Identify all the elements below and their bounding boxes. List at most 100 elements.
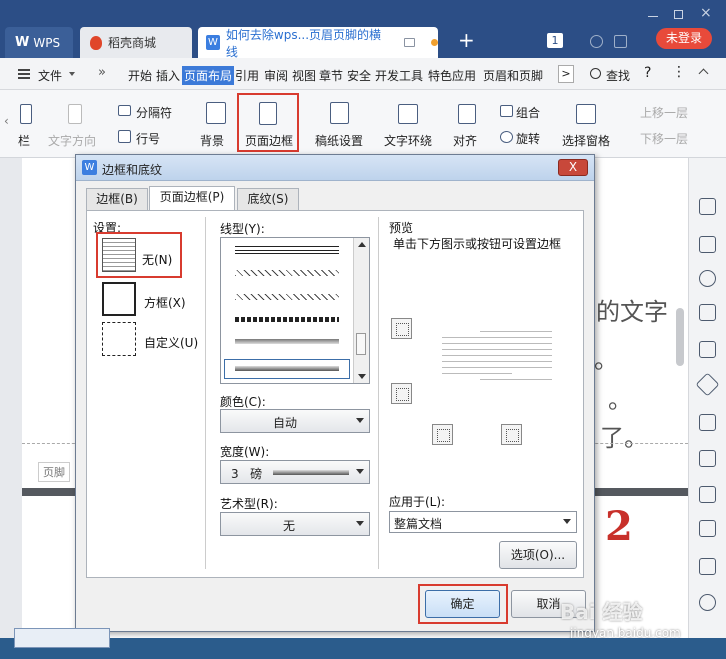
manuscript-label[interactable]: 稿纸设置 <box>315 132 363 149</box>
menu-header-footer[interactable]: 页眉和页脚 <box>483 67 543 84</box>
ok-button[interactable]: 确定 <box>425 590 500 618</box>
style-selected[interactable] <box>224 359 350 379</box>
maximize-icon[interactable] <box>674 10 683 19</box>
search-icon[interactable] <box>590 68 601 79</box>
menu-page-layout[interactable]: 页面布局 <box>182 66 235 85</box>
menu-insert[interactable]: 插入 <box>156 67 180 84</box>
rotate-icon[interactable] <box>500 131 513 143</box>
tab-wps[interactable]: W WPS <box>5 27 73 58</box>
tab-borders[interactable]: 边框(B) <box>86 188 148 210</box>
menu-chapter[interactable]: 章节 <box>319 67 343 84</box>
image-icon[interactable] <box>699 341 716 358</box>
shirt-icon[interactable] <box>614 35 627 48</box>
chart-icon[interactable] <box>699 486 716 503</box>
align-label[interactable]: 对齐 <box>453 132 477 149</box>
color-select[interactable]: 自动 <box>220 409 370 433</box>
menu-view[interactable]: 视图 <box>292 67 316 84</box>
setting-none-label[interactable]: 无(N) <box>142 251 172 268</box>
background-icon[interactable] <box>206 102 226 124</box>
badge[interactable]: 1 <box>547 33 563 48</box>
vertical-scrollbar[interactable] <box>676 308 684 366</box>
dialog-close-button[interactable]: X <box>558 159 588 176</box>
setting-box-icon[interactable] <box>102 282 136 316</box>
line-style-list[interactable] <box>220 237 370 384</box>
columns-label[interactable]: 栏 <box>18 132 30 149</box>
style-triple[interactable] <box>235 253 339 254</box>
cursor-icon[interactable] <box>699 236 716 253</box>
tab-page-border[interactable]: 页面边框(P) <box>149 186 235 211</box>
shapes-icon[interactable] <box>699 270 716 287</box>
taskbar-window[interactable] <box>14 628 110 648</box>
style-double-wavy[interactable] <box>235 294 339 300</box>
history-icon[interactable] <box>699 594 716 611</box>
line-number-icon[interactable] <box>118 130 131 143</box>
menu-file[interactable]: 文件 <box>38 67 62 84</box>
translate-icon[interactable] <box>699 414 716 431</box>
separator-label[interactable]: 分隔符 <box>136 104 172 121</box>
left-border-button[interactable] <box>432 424 453 445</box>
tab-daoke-store[interactable]: 稻壳商城 <box>80 27 192 58</box>
art-select[interactable]: 无 <box>220 512 370 536</box>
setting-none-icon[interactable] <box>102 238 136 272</box>
star-icon[interactable] <box>695 372 720 397</box>
gallery-icon[interactable] <box>699 558 716 575</box>
ribbon-scroll-left-icon[interactable]: ‹ <box>4 114 9 128</box>
style-double[interactable] <box>235 246 339 251</box>
menu-review[interactable]: 审阅 <box>264 67 288 84</box>
page-border-label[interactable]: 页面边框 <box>245 132 293 149</box>
setting-custom-icon[interactable] <box>102 322 136 356</box>
help-button[interactable]: ? <box>644 65 651 81</box>
apply-to-select[interactable]: 整篇文档 <box>389 511 577 533</box>
page-border-icon[interactable] <box>259 102 277 125</box>
sliders-icon[interactable] <box>699 304 716 321</box>
background-label[interactable]: 背景 <box>200 132 224 149</box>
chevron-down-icon[interactable] <box>69 72 75 76</box>
group-icon[interactable] <box>500 105 513 117</box>
selection-pane-icon[interactable] <box>576 104 596 124</box>
close-window-icon[interactable]: × <box>700 5 712 21</box>
tab-document[interactable]: W 如何去除wps...页眉页脚的横线 <box>198 27 438 59</box>
hamburger-icon[interactable] <box>18 69 30 79</box>
collapse-ribbon-icon[interactable] <box>698 68 709 79</box>
align-icon[interactable] <box>458 104 476 124</box>
line-style-scrollbar[interactable] <box>353 238 369 383</box>
menu-security[interactable]: 安全 <box>347 67 371 84</box>
manuscript-icon[interactable] <box>330 102 349 124</box>
new-tab-button[interactable]: + <box>458 28 475 52</box>
separator-icon[interactable] <box>118 105 131 116</box>
menu-reference[interactable]: 引用 <box>235 67 259 84</box>
style-wavy[interactable] <box>235 270 339 276</box>
line-number-label[interactable]: 行号 <box>136 130 160 147</box>
menu-special[interactable]: 特色应用 <box>428 67 476 84</box>
text-wrap-icon[interactable] <box>398 104 418 124</box>
tab-shading[interactable]: 底纹(S) <box>237 188 299 210</box>
setting-custom-label[interactable]: 自定义(U) <box>144 334 198 351</box>
group-label[interactable]: 组合 <box>516 104 540 121</box>
width-select[interactable]: 3 磅 <box>220 460 370 484</box>
minimize-icon[interactable] <box>648 16 658 17</box>
table-icon[interactable] <box>699 520 716 537</box>
selection-pane-label[interactable]: 选择窗格 <box>562 132 610 149</box>
right-border-button[interactable] <box>501 424 522 445</box>
setting-box-label[interactable]: 方框(X) <box>144 294 186 311</box>
menu-start[interactable]: 开始 <box>128 67 152 84</box>
more-options-icon[interactable]: ⋮ <box>672 64 686 80</box>
dialog-title-bar[interactable]: W 边框和底纹 X <box>76 155 594 181</box>
more-menu-icon[interactable]: > <box>558 65 574 83</box>
middle-border-button[interactable] <box>391 383 412 404</box>
login-button[interactable]: 未登录 <box>656 28 712 49</box>
style-thick-thin[interactable] <box>235 339 339 344</box>
layers-icon[interactable] <box>699 450 716 467</box>
menu-developer[interactable]: 开发工具 <box>375 67 423 84</box>
rotate-label[interactable]: 旋转 <box>516 130 540 147</box>
style-dash-dot-stroked[interactable] <box>235 317 339 322</box>
pen-icon[interactable] <box>699 198 716 215</box>
text-wrap-label[interactable]: 文字环绕 <box>384 132 432 149</box>
expand-icon[interactable]: » <box>98 65 106 80</box>
cloud-icon[interactable] <box>590 35 603 48</box>
monitor-icon[interactable] <box>404 38 416 47</box>
top-border-button[interactable] <box>391 318 412 339</box>
options-button[interactable]: 选项(O)... <box>499 541 577 569</box>
find-button[interactable]: 查找 <box>606 67 630 84</box>
columns-icon[interactable] <box>20 104 32 124</box>
